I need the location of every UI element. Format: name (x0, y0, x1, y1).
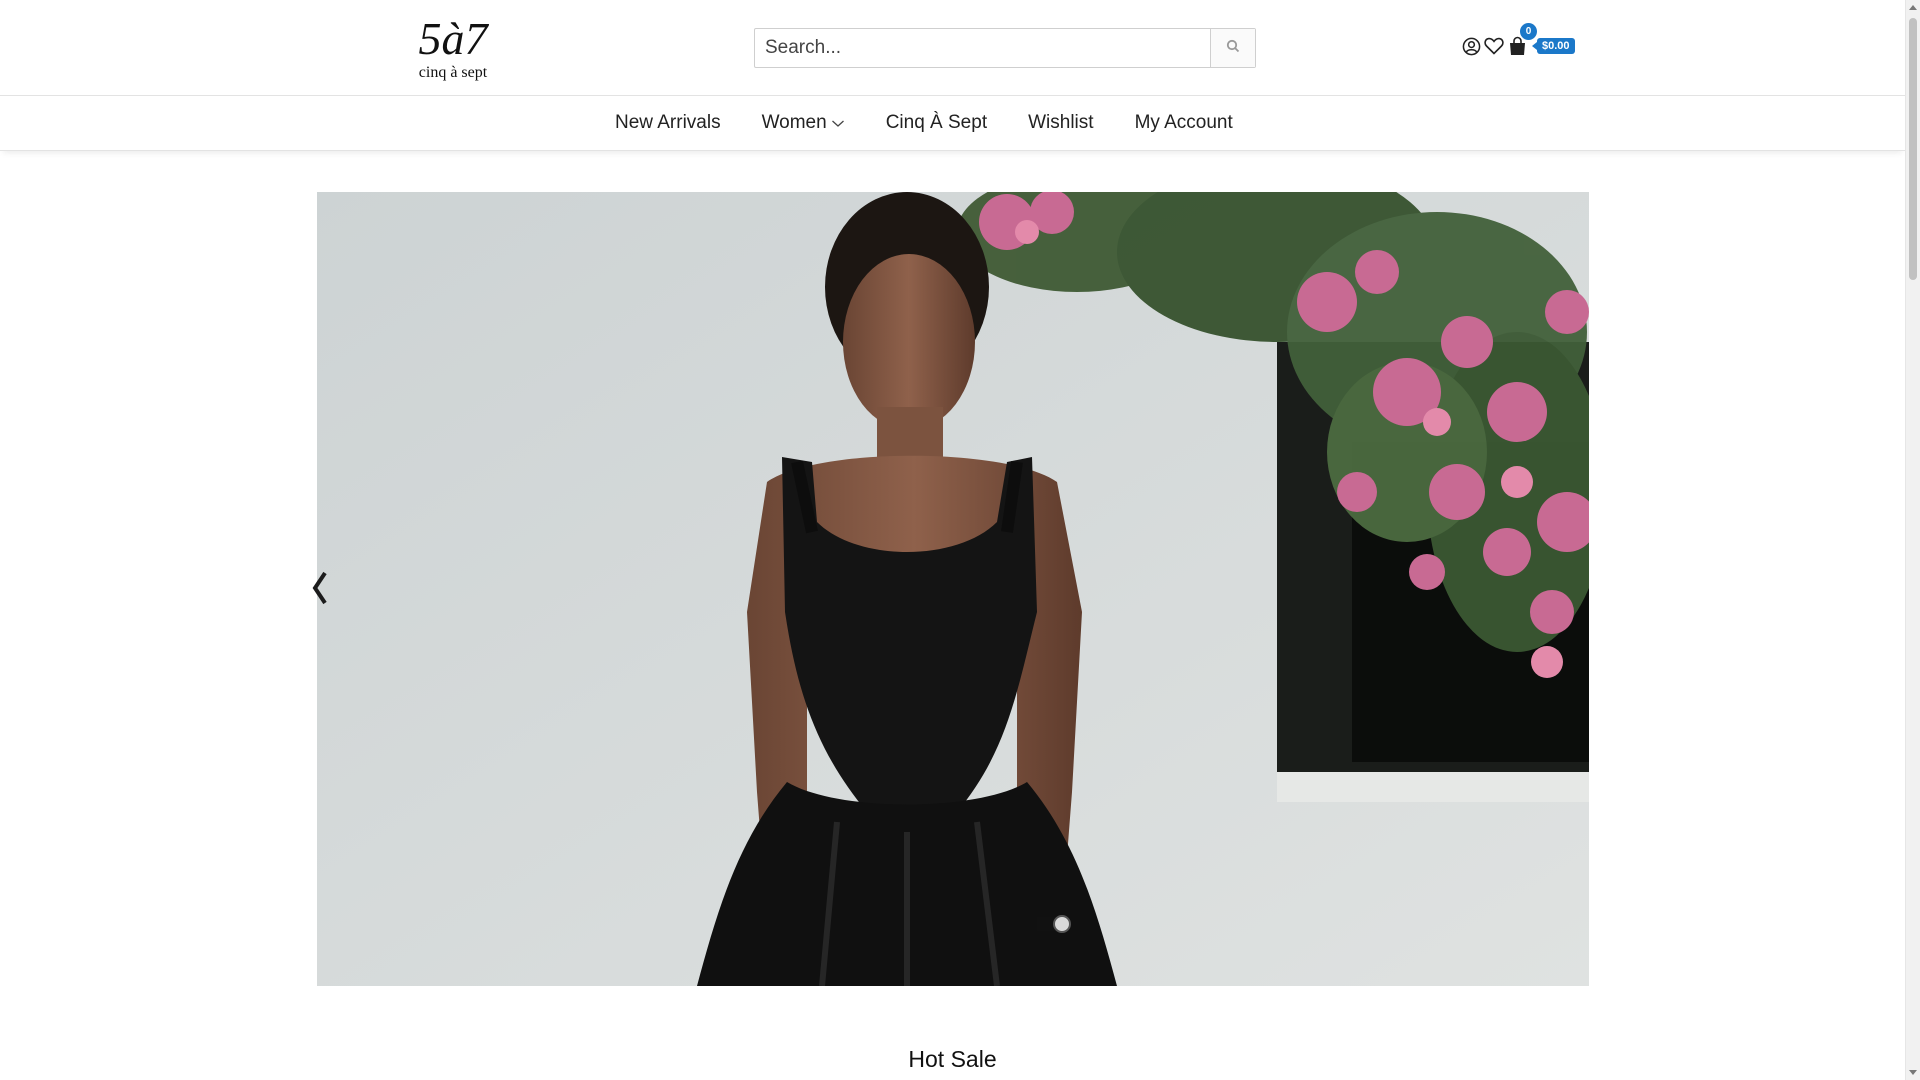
cart-total-badge: $0.00 (1532, 38, 1575, 54)
scroll-thumb[interactable] (1909, 18, 1917, 280)
nav-item-wishlist[interactable]: Wishlist (1028, 112, 1093, 134)
search-input[interactable] (755, 29, 1210, 67)
chevron-down-icon (831, 119, 845, 128)
nav-item-women[interactable]: Women (762, 112, 845, 134)
nav-item-label: Women (761, 112, 827, 133)
header-actions: 0 $0.00 (1460, 23, 1575, 58)
heart-icon[interactable] (1483, 35, 1505, 57)
user-icon[interactable] (1460, 35, 1482, 57)
hero-illustration (317, 192, 1589, 986)
nav-item-label: My Account (1134, 112, 1233, 133)
site-logo[interactable]: 5à7 cinq à sept (405, 13, 501, 84)
page-scrollbar[interactable] (1905, 0, 1920, 1080)
cart-count-badge: 0 (1520, 23, 1537, 40)
search-icon (1226, 39, 1240, 58)
nav-item-new-arrivals[interactable]: New Arrivals (615, 112, 721, 134)
scroll-down-arrow[interactable] (1909, 1070, 1917, 1075)
nav-item-my-account[interactable]: My Account (1135, 112, 1233, 134)
logo-graphic: 5à7 cinq à sept (419, 13, 490, 81)
svg-text:cinq à sept: cinq à sept (419, 64, 488, 81)
svg-text:5à7: 5à7 (419, 14, 490, 64)
cart-button[interactable]: 0 $0.00 (1506, 23, 1575, 57)
search-button[interactable] (1210, 29, 1255, 67)
nav-item-cinq-a-sept[interactable]: Cinq À Sept (886, 112, 987, 134)
main-navigation: New Arrivals Women Cinq À Sept Wishlist … (0, 96, 1905, 151)
nav-item-label: Wishlist (1028, 112, 1094, 133)
hero-banner-image[interactable] (317, 192, 1589, 986)
nav-item-label: New Arrivals (615, 112, 721, 133)
slider-prev-arrow[interactable] (311, 570, 329, 606)
chevron-left-icon (311, 571, 329, 610)
search-bar (754, 28, 1256, 68)
hot-sale-heading: Hot Sale (908, 1046, 997, 1072)
site-header: 5à7 cinq à sept 0 $0.00 (0, 0, 1905, 96)
nav-item-label: Cinq À Sept (885, 112, 988, 133)
scroll-up-arrow[interactable] (1909, 5, 1917, 10)
